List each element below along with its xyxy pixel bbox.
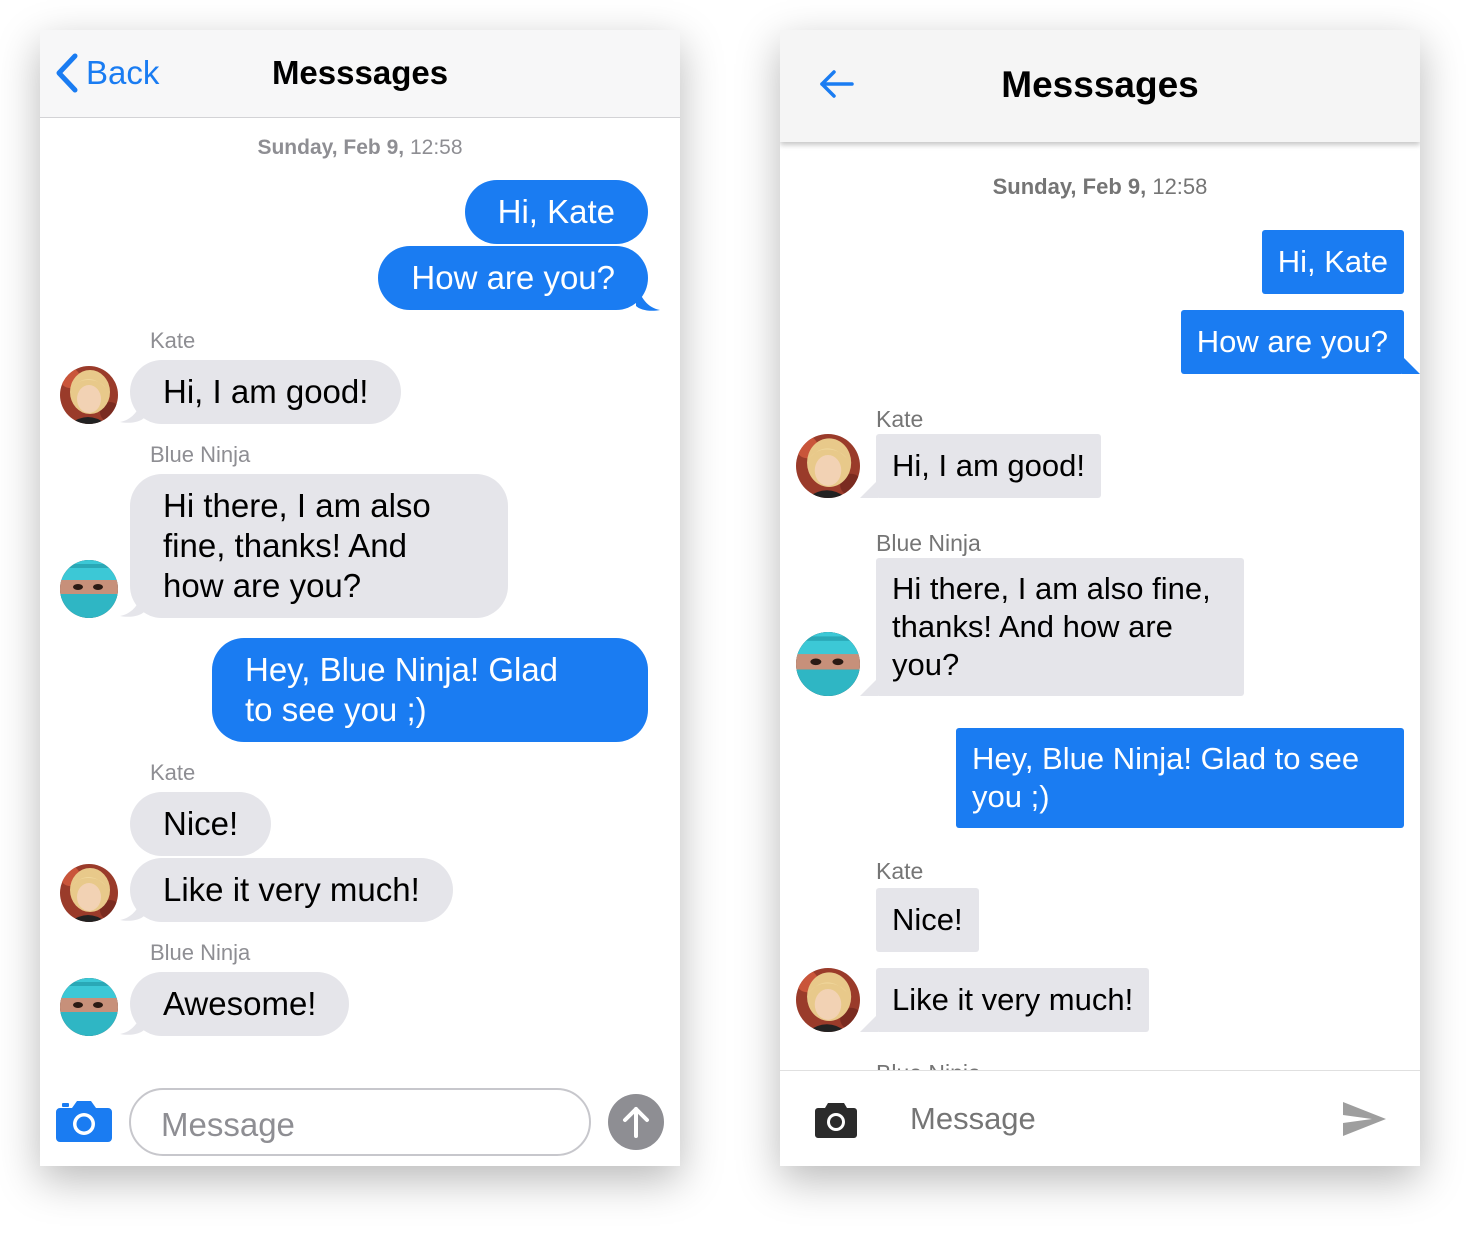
arrow-up-icon <box>623 1107 649 1138</box>
bubble-tail <box>120 892 144 921</box>
sender-name: Blue Ninja <box>876 530 981 556</box>
bubble-tail <box>1402 356 1420 374</box>
incoming-message[interactable]: Awesome! <box>130 972 350 1036</box>
message-line: to see you ;) <box>245 691 427 728</box>
bubble-tail <box>120 1006 144 1035</box>
incoming-message[interactable]: Hi there, I am also fine, thanks! And ho… <box>130 474 508 618</box>
message-line: you ;) <box>972 779 1050 814</box>
message-line: Hi there, I am also fine, <box>892 571 1211 606</box>
material-chat-screen: Messsages Sunday, Feb 9, 12:58 Hi, Kate … <box>780 30 1420 1166</box>
timestamp-time: 12:58 <box>404 136 463 159</box>
outgoing-message[interactable]: How are you? <box>378 246 648 310</box>
sender-name: Kate <box>150 328 196 353</box>
conversation-timestamp: Sunday, Feb 9, 12:58 <box>780 174 1420 200</box>
send-icon[interactable] <box>1340 1099 1388 1139</box>
message-text: Nice! <box>892 902 963 937</box>
sender-name: Kate <box>150 760 196 785</box>
message-line: thanks! And how are <box>892 609 1173 644</box>
avatar-blue-ninja[interactable] <box>60 560 118 618</box>
avatar-blue-ninja[interactable] <box>60 978 118 1036</box>
incoming-message[interactable]: Hi, I am good! <box>876 434 1101 498</box>
avatar-kate[interactable] <box>60 864 118 922</box>
avatar-kate[interactable] <box>796 434 860 498</box>
page-title: Messsages <box>1001 64 1199 105</box>
message-text: Hi, I am good! <box>892 448 1085 483</box>
app-bar: Messsages <box>780 30 1420 142</box>
incoming-message[interactable]: Like it very much! <box>130 858 453 922</box>
message-input[interactable]: Message <box>129 1088 591 1156</box>
incoming-message[interactable]: Hi there, I am also fine, thanks! And ho… <box>876 558 1244 696</box>
incoming-message[interactable]: Nice! <box>876 888 979 952</box>
compose-toolbar: Message <box>40 1080 680 1166</box>
sender-name: Blue Ninja <box>150 940 251 965</box>
sender-name: Blue Ninja <box>150 442 251 467</box>
outgoing-message[interactable]: Hey, Blue Ninja! Glad to see you ;) <box>212 638 648 742</box>
camera-icon[interactable] <box>56 1098 112 1142</box>
message-text: How are you? <box>1196 324 1388 359</box>
message-text: How are you? <box>411 259 615 296</box>
bubble-tail <box>860 1014 878 1032</box>
message-input[interactable]: Message <box>910 1101 1036 1137</box>
message-text: Awesome! <box>163 985 317 1022</box>
bubble-tail <box>636 282 660 311</box>
page-title: Messsages <box>271 54 449 91</box>
incoming-message[interactable]: Like it very much! <box>876 968 1150 1032</box>
send-button[interactable] <box>608 1094 664 1150</box>
bubble-tail <box>860 480 878 498</box>
ios-chat-screen: Back Messsages Sunday, Feb 9, 12:58 Hi, … <box>40 30 680 1166</box>
incoming-message[interactable]: Nice! <box>130 792 272 856</box>
compose-bar: Message <box>780 1070 1420 1166</box>
bubble-tail <box>860 678 878 696</box>
timestamp-day: Sunday, Feb 9, <box>257 136 405 159</box>
avatar-kate[interactable] <box>60 366 118 424</box>
timestamp-day: Sunday, Feb 9, <box>992 174 1147 199</box>
outgoing-message[interactable]: Hey, Blue Ninja! Glad to see you ;) <box>956 728 1404 828</box>
message-line: Hey, Blue Ninja! Glad <box>245 651 559 688</box>
message-line: Hey, Blue Ninja! Glad to see <box>972 741 1360 776</box>
message-text: Hi, I am good! <box>163 373 369 410</box>
message-text: Hi, Kate <box>497 193 615 230</box>
sender-name: Kate <box>876 406 924 432</box>
incoming-message[interactable]: Hi, I am good! <box>130 360 402 424</box>
outgoing-message[interactable]: Hi, Kate <box>464 180 648 244</box>
bubble-tail <box>120 588 144 617</box>
camera-icon[interactable] <box>814 1099 858 1139</box>
sender-name: Kate <box>876 858 924 884</box>
avatar-blue-ninja[interactable] <box>796 632 860 696</box>
message-line: you? <box>892 647 960 682</box>
bubble-tail <box>120 394 144 423</box>
navigation-bar: Back Messsages <box>40 30 680 118</box>
conversation-timestamp: Sunday, Feb 9, 12:58 <box>40 136 680 160</box>
message-line: fine, thanks! And <box>163 527 408 564</box>
avatar-kate[interactable] <box>796 968 860 1032</box>
message-text: Like it very much! <box>892 982 1134 1017</box>
timestamp-time: 12:58 <box>1146 174 1208 199</box>
message-line: how are you? <box>163 567 362 604</box>
message-line: Hi there, I am also <box>163 487 431 524</box>
message-text: Nice! <box>163 805 239 842</box>
outgoing-message[interactable]: How are you? <box>1180 310 1404 374</box>
message-text: Hi, Kate <box>1277 244 1388 279</box>
message-text: Like it very much! <box>163 871 420 908</box>
outgoing-message[interactable]: Hi, Kate <box>1261 230 1404 294</box>
